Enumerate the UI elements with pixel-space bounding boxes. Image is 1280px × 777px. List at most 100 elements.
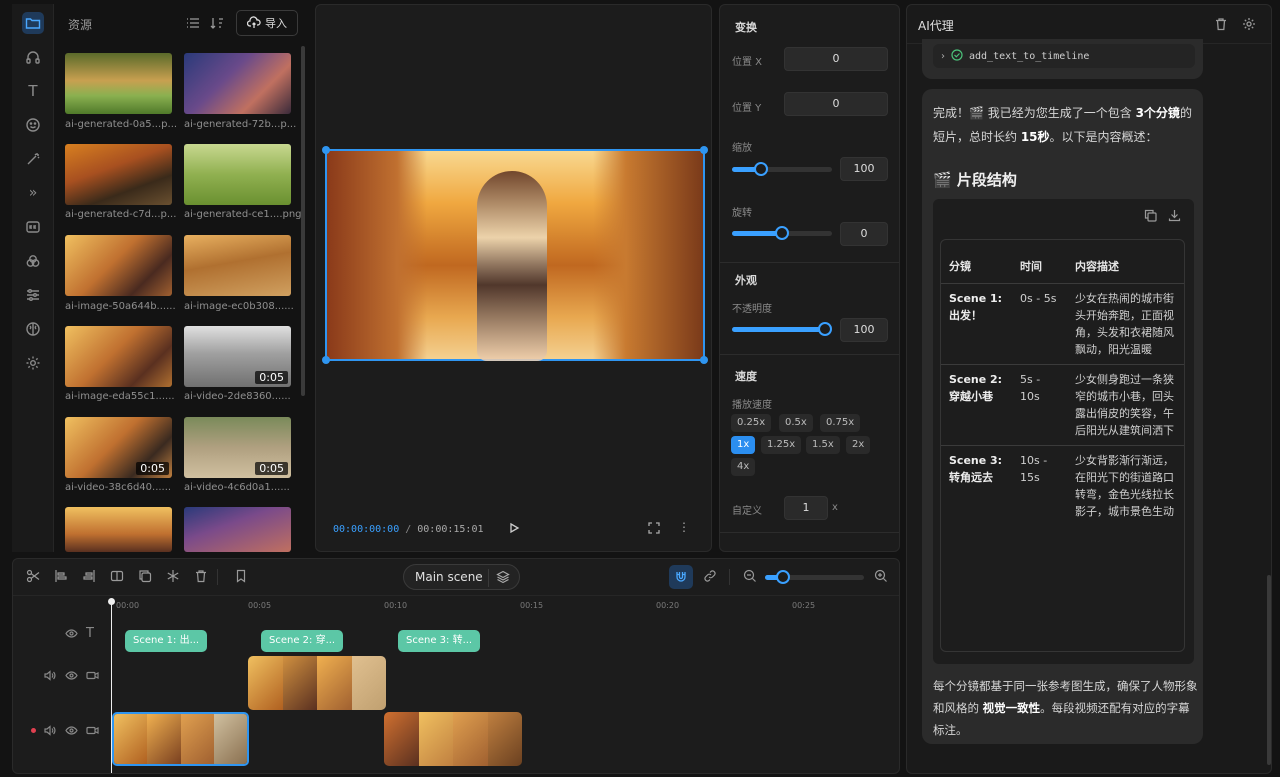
sort-icon[interactable]	[210, 16, 224, 33]
asset-thumb[interactable]	[65, 53, 172, 114]
pos-y-input[interactable]: 0	[784, 92, 888, 116]
captions-icon[interactable]	[22, 216, 44, 238]
asset-thumb[interactable]	[184, 144, 291, 205]
asset-video-thumb[interactable]: 0:05	[65, 417, 172, 478]
asset-thumb[interactable]	[184, 235, 291, 296]
filters-icon[interactable]	[22, 250, 44, 272]
tool-call-item[interactable]: › add_text_to_timeline	[933, 44, 1195, 68]
custom-speed-input[interactable]: 1	[784, 496, 828, 520]
copy-icon[interactable]	[1144, 209, 1157, 225]
resize-handle[interactable]	[700, 356, 708, 364]
magic-wand-icon[interactable]	[22, 148, 44, 170]
check-circle-icon	[951, 48, 963, 64]
eye-icon[interactable]	[65, 627, 78, 643]
trash-icon[interactable]	[1214, 17, 1228, 34]
delete-icon[interactable]	[193, 569, 209, 585]
transition-icon[interactable]: »	[22, 182, 44, 204]
ruler-label: 00:00	[116, 601, 140, 610]
speed-chip[interactable]: 1.25x	[761, 436, 802, 454]
headphones-icon[interactable]	[22, 46, 44, 68]
duplicate-icon[interactable]	[137, 569, 153, 585]
scale-slider[interactable]	[732, 162, 832, 176]
text-clip[interactable]: Scene 1: 出...	[125, 630, 207, 652]
layers-icon[interactable]	[496, 570, 510, 587]
video-clip[interactable]	[384, 712, 522, 766]
zoom-out-icon[interactable]	[742, 569, 758, 585]
resize-handle[interactable]	[322, 146, 330, 154]
freeze-icon[interactable]	[165, 569, 181, 585]
speed-chip-selected[interactable]: 1x	[731, 436, 756, 454]
text-clip[interactable]: Scene 3: 转...	[398, 630, 480, 652]
scene-selector[interactable]: Main scene	[403, 564, 520, 590]
speed-chip[interactable]: 0.25x	[731, 414, 772, 432]
sticker-icon[interactable]	[22, 114, 44, 136]
asset-name: ai-video-2de8360......	[184, 391, 291, 402]
speed-chip[interactable]: 2x	[846, 436, 871, 454]
align-left-icon[interactable]	[53, 569, 69, 585]
current-time: 00:00:00:00	[333, 524, 400, 535]
opacity-input[interactable]: 100	[840, 318, 888, 342]
video-canvas[interactable]	[322, 146, 708, 364]
rotate-input[interactable]: 0	[840, 222, 888, 246]
import-label: 导入	[265, 17, 287, 30]
volume-icon[interactable]	[43, 724, 56, 740]
eye-icon[interactable]	[65, 724, 78, 740]
asset-thumb[interactable]	[65, 235, 172, 296]
video-clip[interactable]	[248, 656, 386, 710]
asset-video-thumb[interactable]: 0:05	[184, 326, 291, 387]
brain-icon[interactable]	[22, 318, 44, 340]
asset-video-thumb[interactable]: 0:05	[184, 417, 291, 478]
asset-thumb[interactable]	[65, 144, 172, 205]
asset-thumb[interactable]	[65, 507, 172, 552]
properties-panel: 变换 位置 X 0 位置 Y 0 缩放 100 旋转 0 外观 不透明度 100…	[719, 4, 900, 552]
more-options-icon[interactable]: ⋮	[678, 520, 690, 534]
record-indicator	[31, 728, 36, 733]
bookmark-icon[interactable]	[233, 569, 249, 585]
play-icon[interactable]	[508, 522, 520, 537]
zoom-slider[interactable]	[765, 570, 864, 584]
asset-thumb[interactable]	[184, 507, 291, 552]
ai-panel-scrollbar[interactable]	[1267, 575, 1271, 765]
ai-agent-panel: AI代理 › add_text_to_timeline 完成！🎬 我已经为您生成…	[906, 4, 1272, 774]
align-right-icon[interactable]	[81, 569, 97, 585]
settings-icon[interactable]	[22, 352, 44, 374]
playhead-handle[interactable]	[108, 598, 115, 605]
speed-title: 速度	[735, 370, 757, 383]
asset-thumb[interactable]	[65, 326, 172, 387]
rotate-slider[interactable]	[732, 226, 832, 240]
zoom-in-icon[interactable]	[873, 569, 889, 585]
speed-chip[interactable]: 0.75x	[820, 414, 861, 432]
text-clip[interactable]: Scene 2: 穿...	[261, 630, 343, 652]
speed-chip[interactable]: 4x	[731, 458, 756, 476]
link-icon[interactable]	[702, 569, 718, 585]
resize-handle[interactable]	[700, 146, 708, 154]
volume-icon[interactable]	[43, 669, 56, 685]
scene-name: Main scene	[415, 570, 483, 584]
speed-chip[interactable]: 1.5x	[806, 436, 840, 454]
adjust-icon[interactable]	[22, 284, 44, 306]
pos-x-input[interactable]: 0	[784, 47, 888, 71]
download-icon[interactable]	[1168, 209, 1181, 225]
intro-bold: 15秒	[1020, 130, 1050, 144]
opacity-slider[interactable]	[732, 322, 832, 336]
asset-thumb[interactable]	[184, 53, 291, 114]
assets-title: 资源	[68, 18, 93, 32]
magnet-snap-icon[interactable]	[669, 565, 693, 589]
import-button[interactable]: 导入	[236, 10, 298, 36]
list-view-icon[interactable]	[186, 16, 200, 33]
split-clip-icon[interactable]	[109, 569, 125, 585]
video-clip-selected[interactable]	[112, 712, 249, 766]
assets-scrollbar[interactable]	[301, 46, 305, 396]
asset-name: ai-video-4c6d0a1......	[184, 482, 290, 493]
settings-icon[interactable]	[1242, 17, 1256, 34]
text-icon[interactable]: T	[22, 80, 44, 102]
fullscreen-icon[interactable]	[648, 522, 660, 537]
folder-icon[interactable]	[22, 12, 44, 34]
ai-message-footer: 每个分镜都基于同一张参考图生成，确保了人物形象和风格的 视觉一致性。每段视频还配…	[933, 675, 1198, 741]
speed-chip[interactable]: 0.5x	[779, 414, 813, 432]
table-row: Scene 3: 转角远去 10s - 15s 少女背影渐行渐远，在阳光下的街道…	[941, 446, 1184, 527]
resize-handle[interactable]	[322, 356, 330, 364]
scale-input[interactable]: 100	[840, 157, 888, 181]
eye-icon[interactable]	[65, 669, 78, 685]
split-icon[interactable]	[25, 569, 41, 585]
